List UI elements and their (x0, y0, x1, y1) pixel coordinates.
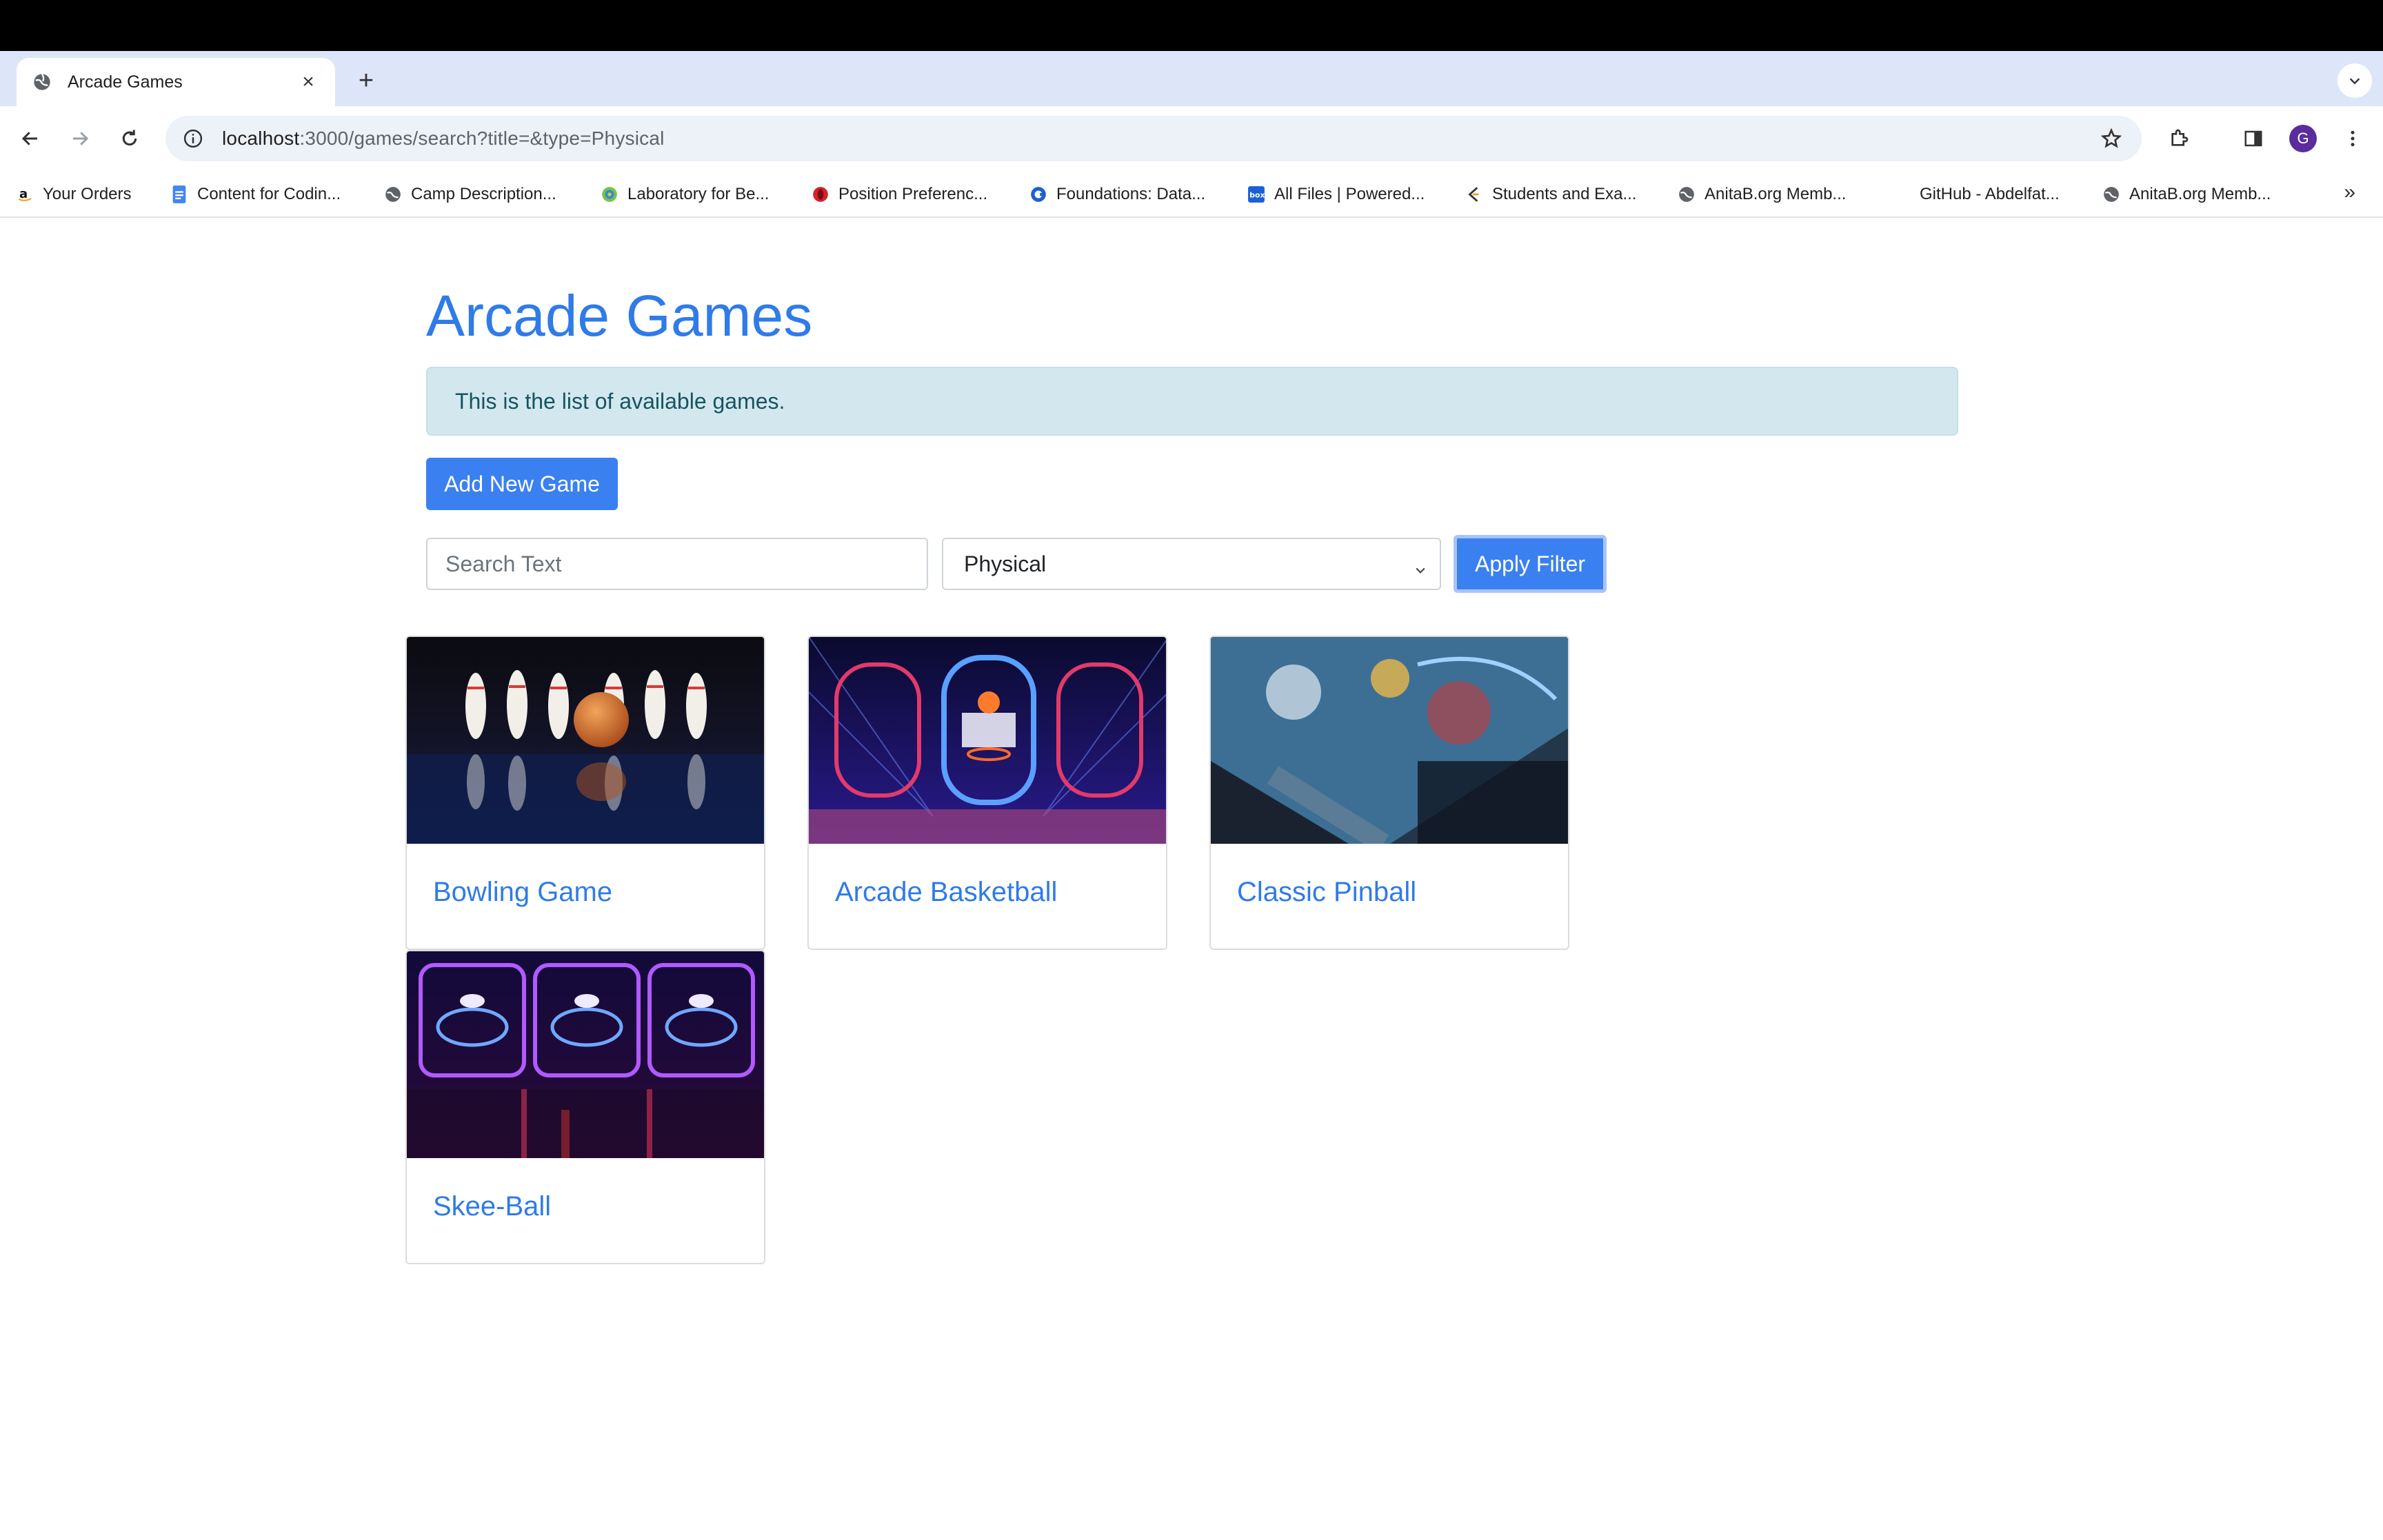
profile-button[interactable]: G (2286, 122, 2320, 155)
game-title[interactable]: Classic Pinball (1237, 877, 1416, 908)
add-new-game-button[interactable]: Add New Game (426, 458, 618, 510)
arrow-right-icon (73, 132, 89, 145)
kebab-menu-icon (2351, 130, 2355, 147)
game-card[interactable]: Arcade Basketball (807, 636, 1167, 950)
box-icon: box (1247, 185, 1266, 204)
site-info-icon[interactable] (182, 128, 204, 150)
game-title[interactable]: Skee-Ball (433, 1191, 551, 1222)
docs-icon (170, 185, 189, 204)
bookmark-item[interactable]: Laboratory for Be... (600, 179, 769, 210)
bookmark-item[interactable]: a Your Orders (15, 179, 132, 210)
more-bookmarks-icon[interactable]: » (2344, 181, 2355, 204)
forward-button[interactable] (63, 122, 97, 155)
bookmark-item[interactable]: Position Preferenc... (811, 179, 987, 210)
game-card[interactable]: Bowling Game (405, 636, 765, 950)
close-tab-icon[interactable]: × (296, 70, 320, 94)
bookmark-item[interactable]: box All Files | Powered... (1247, 179, 1425, 210)
svg-text:a: a (19, 187, 28, 201)
type-select[interactable]: Physical (942, 538, 1441, 590)
address-bar[interactable]: localhost:3000/games/search?title=&type=… (165, 116, 2142, 161)
arcade-basketball-image (809, 637, 1166, 844)
bookmark-item[interactable]: GitHub - Abdelfat... (1920, 179, 2060, 210)
site-icon (600, 185, 619, 204)
chevron-down-icon (1414, 557, 1427, 582)
url-text[interactable]: localhost:3000/games/search?title=&type=… (222, 128, 2098, 150)
tab-strip: Arcade Games × + (0, 51, 2383, 106)
reload-button[interactable] (113, 122, 146, 155)
tab-arcade-games[interactable]: Arcade Games × (17, 58, 335, 106)
apply-filter-button[interactable]: Apply Filter (1454, 535, 1607, 593)
bookmarks-bar: a Your Orders Content for Codin... Camp … (0, 171, 2383, 218)
game-title[interactable]: Bowling Game (433, 877, 612, 908)
game-card[interactable]: Classic Pinball (1209, 636, 1569, 950)
new-tab-button[interactable]: + (349, 63, 383, 98)
svg-text:box: box (1249, 190, 1265, 199)
browser-toolbar: localhost:3000/games/search?title=&type=… (0, 106, 2383, 171)
skee-ball-image (407, 951, 764, 1158)
bookmark-item[interactable]: AnitaB.org Memb... (1677, 179, 1846, 210)
type-select-value: Physical (964, 551, 1047, 576)
bookmark-item[interactable]: Students and Exa... (1465, 179, 1636, 210)
opera-icon (811, 185, 830, 204)
chevron-down-icon (2349, 78, 2360, 85)
side-panel-button[interactable] (2237, 122, 2270, 155)
game-card[interactable]: Skee-Ball (405, 950, 765, 1264)
coursera-icon (1029, 185, 1048, 204)
side-panel-icon (2244, 130, 2262, 147)
ed-icon (1465, 185, 1484, 204)
reload-icon (122, 130, 137, 146)
search-input[interactable] (426, 538, 928, 590)
back-button[interactable] (14, 122, 47, 155)
info-alert: This is the list of available games. (426, 367, 1958, 436)
os-menu-bar (0, 0, 2383, 51)
avatar: G (2289, 125, 2317, 152)
game-title[interactable]: Arcade Basketball (835, 877, 1057, 908)
bookmark-star-icon[interactable] (2098, 125, 2125, 152)
puzzle-icon (2171, 129, 2189, 146)
bowling-game-image (407, 637, 764, 844)
bookmark-item[interactable]: Foundations: Data... (1029, 179, 1205, 210)
classic-pinball-image (1211, 637, 1568, 844)
globe-icon (2102, 185, 2121, 204)
page-content: Arcade Games This is the list of availab… (0, 219, 2383, 1540)
tab-search-button[interactable] (2337, 63, 2372, 98)
arrow-left-icon (21, 132, 37, 145)
globe-icon (32, 72, 52, 92)
amazon-icon: a (15, 185, 34, 204)
extensions-button[interactable] (2162, 122, 2195, 155)
tab-title: Arcade Games (68, 72, 183, 92)
globe-icon (383, 185, 403, 204)
globe-icon (1677, 185, 1696, 204)
bookmark-item[interactable]: AnitaB.org Memb... (2102, 179, 2271, 210)
bookmark-item[interactable]: Content for Codin... (170, 179, 341, 210)
bookmark-item[interactable]: Camp Description... (383, 179, 556, 210)
menu-button[interactable] (2336, 122, 2369, 155)
page-title: Arcade Games (426, 283, 813, 348)
